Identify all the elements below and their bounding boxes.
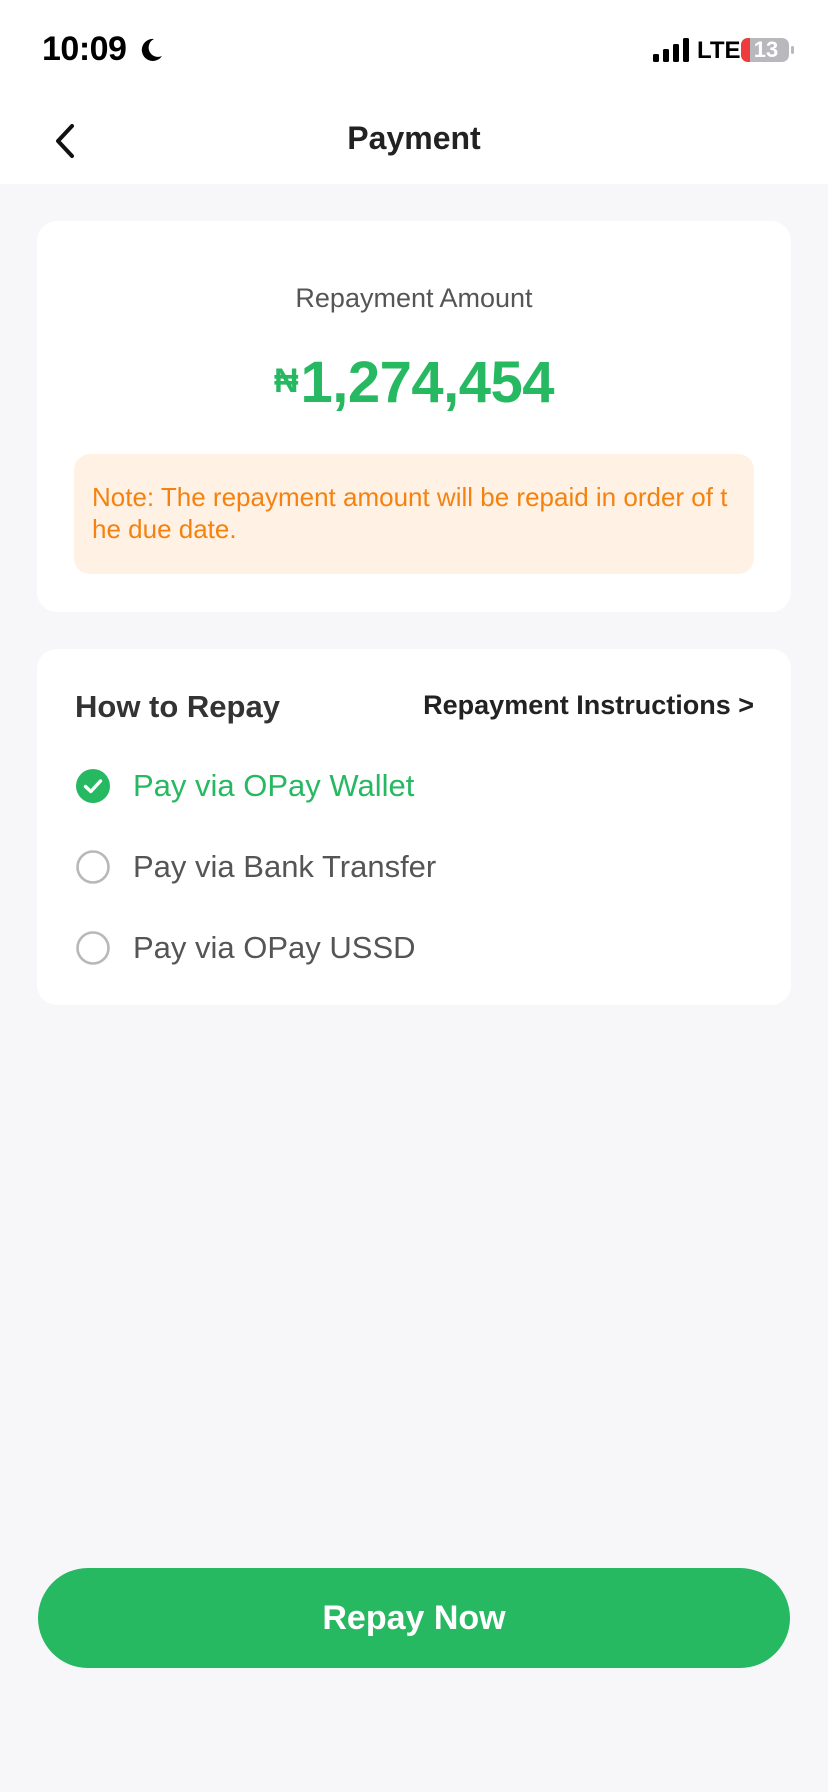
amount-value: 1,274,454: [300, 350, 555, 415]
radio-checked-icon[interactable]: [75, 768, 111, 804]
option-label: Pay via Bank Transfer: [133, 849, 437, 884]
radio-unchecked-icon[interactable]: [75, 930, 111, 966]
option-opay-ussd[interactable]: Pay via OPay USSD: [75, 918, 755, 978]
repayment-note: Note: The repayment amount will be repai…: [74, 454, 754, 574]
network-label: LTE: [697, 37, 741, 64]
option-label: Pay via OPay Wallet: [133, 768, 415, 803]
repayment-amount-card: Repayment Amount ₦1,274,454 Note: The re…: [37, 221, 791, 612]
status-bar: 10:09 LTE 13: [0, 0, 828, 98]
repayment-amount: ₦1,274,454: [37, 349, 791, 416]
status-time: 10:09: [42, 30, 127, 68]
signal-icon: [653, 38, 689, 62]
repayment-amount-label: Repayment Amount: [295, 283, 533, 313]
battery-level: 13: [753, 37, 779, 62]
how-to-repay-card: How to Repay Repayment Instructions > Pa…: [37, 649, 791, 1005]
currency-symbol: ₦: [273, 362, 299, 400]
option-label: Pay via OPay USSD: [133, 930, 416, 965]
nav-bar: Payment: [0, 98, 828, 184]
option-opay-wallet[interactable]: Pay via OPay Wallet: [75, 756, 755, 816]
page-title: Payment: [347, 120, 481, 156]
repay-now-button[interactable]: Repay Now: [38, 1568, 790, 1668]
how-to-repay-title: How to Repay: [75, 689, 280, 724]
option-bank-transfer[interactable]: Pay via Bank Transfer: [75, 837, 755, 897]
repayment-instructions-link[interactable]: Repayment Instructions >: [423, 690, 754, 721]
radio-unchecked-icon[interactable]: [75, 849, 111, 885]
moon-icon: [141, 38, 162, 61]
